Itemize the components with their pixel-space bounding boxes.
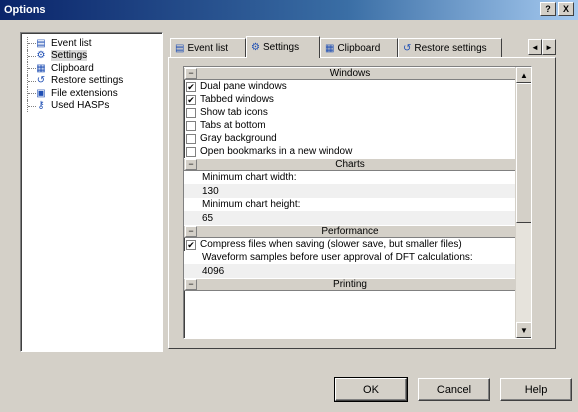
- tree-item-settings[interactable]: ⚙ Settings: [25, 49, 162, 62]
- tab-restore-settings[interactable]: ↺ Restore settings: [398, 38, 502, 57]
- option-label: Open bookmarks in a new window: [200, 146, 353, 157]
- section-title: Charts: [335, 159, 365, 170]
- option-label: Tabbed windows: [200, 94, 274, 105]
- window-title: Options: [4, 4, 46, 16]
- title-bar[interactable]: Options ? X: [0, 0, 578, 20]
- list-icon: ▤: [175, 42, 185, 54]
- tree-item-label: Restore settings: [51, 75, 124, 87]
- tab-scroll-right-button[interactable]: ►: [542, 39, 556, 55]
- tab-label: Clipboard: [337, 42, 381, 54]
- ok-button[interactable]: OK: [334, 377, 408, 402]
- option-label: Tabs at bottom: [200, 120, 266, 131]
- section-title: Printing: [333, 279, 367, 290]
- section-performance[interactable]: − Performance: [184, 225, 516, 238]
- tree-item-file-extensions[interactable]: ▣ File extensions: [25, 87, 162, 100]
- tree-item-restore-settings[interactable]: ↺ Restore settings: [25, 74, 162, 87]
- option-open-bookmarks-new-window[interactable]: Open bookmarks in a new window: [184, 145, 516, 158]
- title-buttons: ? X: [540, 2, 574, 16]
- options-tree[interactable]: ▤ Event list ⚙ Settings ▦ Clipboard ↺ Re…: [20, 32, 163, 352]
- section-title: Windows: [329, 68, 371, 79]
- checkbox-checked-icon[interactable]: ✔: [186, 239, 196, 250]
- tree-item-clipboard[interactable]: ▦ Clipboard: [25, 62, 162, 75]
- restore-icon: ↺: [403, 42, 412, 54]
- checkbox-checked-icon[interactable]: ✔: [186, 94, 196, 105]
- settings-icon: ⚙: [36, 50, 46, 62]
- list-icon: ▤: [36, 37, 46, 49]
- option-gray-background[interactable]: Gray background: [184, 132, 516, 145]
- checkbox-unchecked-icon[interactable]: [186, 133, 196, 144]
- tab-clipboard[interactable]: ▦ Clipboard: [320, 38, 398, 57]
- min-chart-width-input[interactable]: 130: [184, 184, 516, 198]
- waveform-samples-label: Waveform samples before user approval of…: [184, 251, 516, 264]
- tree-item-label: Event list: [51, 37, 92, 49]
- settings-property-grid[interactable]: − Windows ✔ Dual pane windows ✔ Tabbed w…: [183, 66, 532, 339]
- tree-item-used-hasps[interactable]: ⚷ Used HASPs: [25, 99, 162, 112]
- tree-item-label: File extensions: [51, 87, 118, 99]
- tree-item-label: Clipboard: [51, 62, 94, 74]
- tab-settings[interactable]: ⚙ Settings: [246, 36, 320, 58]
- scroll-down-icon[interactable]: ▼: [516, 322, 531, 338]
- option-label: Show tab icons: [200, 107, 268, 118]
- options-dialog: Options ? X ▤ Event list ⚙ Settings ▦ Cl…: [0, 0, 578, 412]
- property-grid-rows: − Windows ✔ Dual pane windows ✔ Tabbed w…: [184, 67, 516, 338]
- checkbox-checked-icon[interactable]: ✔: [186, 81, 196, 92]
- section-printing[interactable]: − Printing: [184, 278, 516, 291]
- tab-label: Event list: [187, 42, 229, 54]
- option-label: Compress files when saving (slower save,…: [200, 239, 462, 250]
- option-label: Gray background: [200, 133, 277, 144]
- tree-item-label: Used HASPs: [51, 100, 110, 112]
- help-title-button[interactable]: ?: [540, 2, 556, 16]
- collapse-icon[interactable]: −: [185, 159, 197, 170]
- option-dual-pane-windows[interactable]: ✔ Dual pane windows: [184, 80, 516, 93]
- min-chart-height-label: Minimum chart height:: [184, 198, 516, 211]
- option-show-tab-icons[interactable]: Show tab icons: [184, 106, 516, 119]
- checkbox-unchecked-icon[interactable]: [186, 120, 196, 131]
- key-icon: ⚷: [37, 100, 45, 112]
- min-chart-width-label: Minimum chart width:: [184, 171, 516, 184]
- option-tabbed-windows[interactable]: ✔ Tabbed windows: [184, 93, 516, 106]
- min-chart-height-input[interactable]: 65: [184, 211, 516, 225]
- file-icon: ▣: [36, 87, 46, 99]
- vertical-scrollbar[interactable]: ▲ ▼: [515, 67, 531, 338]
- checkbox-unchecked-icon[interactable]: [186, 146, 196, 157]
- help-button[interactable]: Help: [500, 378, 572, 401]
- tree-item-label: Settings: [51, 50, 88, 62]
- tab-label: Restore settings: [414, 42, 487, 54]
- collapse-icon[interactable]: −: [185, 279, 197, 290]
- checkbox-unchecked-icon[interactable]: [186, 107, 196, 118]
- clipboard-icon: ▦: [36, 62, 46, 74]
- tab-event-list[interactable]: ▤ Event list: [170, 38, 246, 57]
- tree-item-event-list[interactable]: ▤ Event list: [25, 37, 162, 50]
- collapse-icon[interactable]: −: [185, 226, 197, 237]
- cancel-button[interactable]: Cancel: [418, 378, 490, 401]
- tab-label: Settings: [262, 42, 300, 53]
- tab-scroll-left-button[interactable]: ◄: [528, 39, 542, 55]
- restore-icon: ↺: [36, 75, 46, 87]
- section-charts[interactable]: − Charts: [184, 158, 516, 171]
- tab-scroll-buttons: ◄ ►: [528, 39, 556, 55]
- section-title: Performance: [321, 226, 379, 237]
- collapse-icon[interactable]: −: [185, 68, 197, 79]
- waveform-samples-input[interactable]: 4096: [184, 264, 516, 278]
- option-tabs-at-bottom[interactable]: Tabs at bottom: [184, 119, 516, 132]
- tab-strip: ▤ Event list ⚙ Settings ▦ Clipboard ↺ Re…: [170, 36, 556, 58]
- scroll-up-icon[interactable]: ▲: [516, 67, 531, 83]
- settings-icon: ⚙: [251, 42, 260, 53]
- option-label: Dual pane windows: [200, 81, 287, 92]
- section-windows[interactable]: − Windows: [184, 67, 516, 80]
- clipboard-icon: ▦: [325, 42, 335, 54]
- scrollbar-thumb[interactable]: [516, 83, 531, 223]
- close-title-button[interactable]: X: [558, 2, 574, 16]
- option-compress-files[interactable]: ✔ Compress files when saving (slower sav…: [184, 238, 516, 251]
